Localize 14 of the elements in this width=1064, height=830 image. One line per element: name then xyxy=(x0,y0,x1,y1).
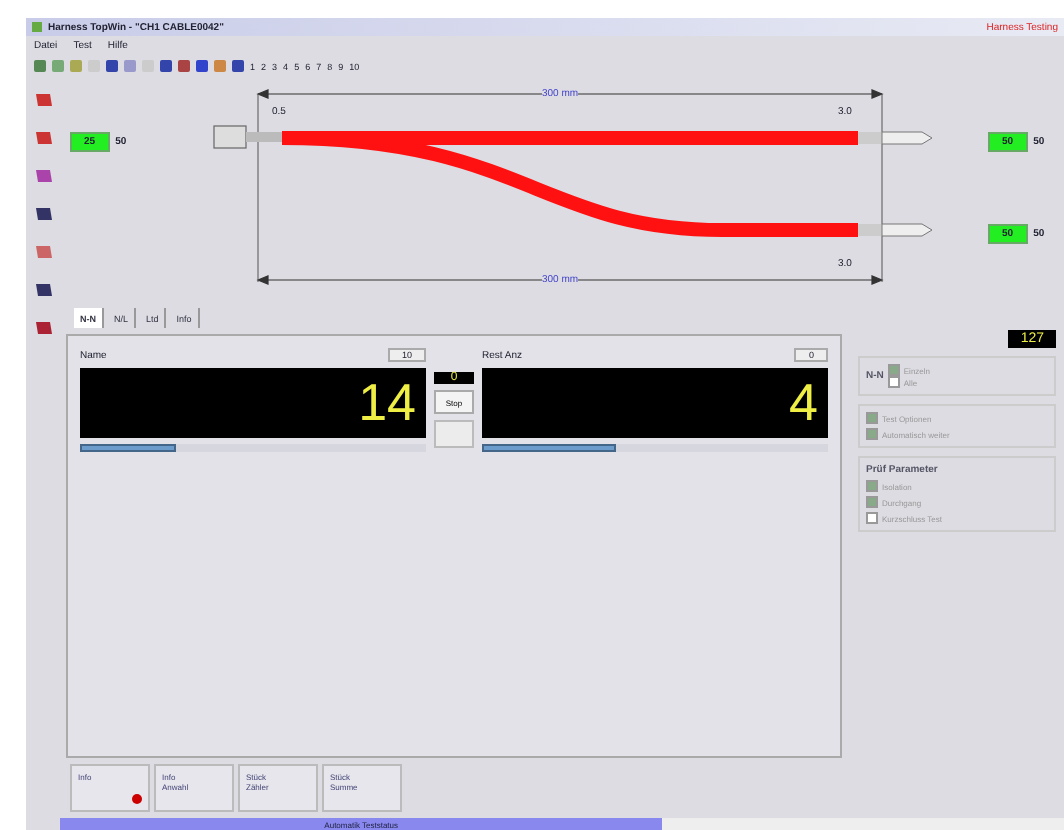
radio-button[interactable] xyxy=(887,364,900,376)
checkbox[interactable] xyxy=(866,512,878,524)
checkbox[interactable] xyxy=(866,496,878,508)
radio-button[interactable] xyxy=(887,376,900,388)
checkbox[interactable] xyxy=(866,480,878,492)
count-display: 4 xyxy=(482,368,828,438)
app-icon xyxy=(32,22,42,32)
right-connector-drawing xyxy=(858,223,933,237)
blank-button[interactable] xyxy=(434,420,474,448)
count-display: 14 xyxy=(80,368,426,438)
checkbox[interactable] xyxy=(866,412,878,424)
left-connector-drawing xyxy=(213,125,282,149)
right-connector-drawing xyxy=(858,131,933,145)
checkbox[interactable] xyxy=(866,428,878,440)
